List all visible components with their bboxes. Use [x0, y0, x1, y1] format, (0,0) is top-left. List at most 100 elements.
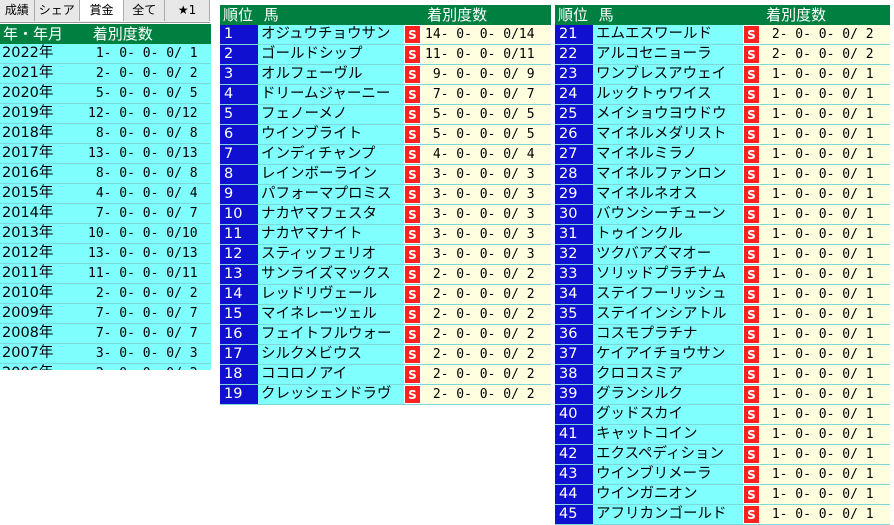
- s-badge-icon[interactable]: S: [743, 25, 760, 44]
- year-row[interactable]: 2015年 4- 0- 0- 0/ 4: [0, 184, 211, 204]
- year-row[interactable]: 2019年 12- 0- 0- 0/12: [0, 104, 211, 124]
- s-badge-icon[interactable]: S: [743, 425, 760, 444]
- year-row[interactable]: 2011年 11- 0- 0- 0/11: [0, 264, 211, 284]
- year-row[interactable]: 2007年 3- 0- 0- 0/ 3: [0, 344, 211, 364]
- horse-name[interactable]: ワンブレスアウェイ: [593, 65, 743, 84]
- s-badge-icon[interactable]: S: [743, 345, 760, 364]
- horse-row[interactable]: 8 レインボーライン S 3- 0- 0- 0/ 3: [220, 165, 551, 185]
- s-badge-icon[interactable]: S: [404, 205, 421, 224]
- s-badge-icon[interactable]: S: [743, 305, 760, 324]
- s-badge-icon[interactable]: S: [743, 285, 760, 304]
- s-badge-icon[interactable]: S: [743, 185, 760, 204]
- horse-name[interactable]: ソリッドプラチナム: [593, 265, 743, 284]
- horse-name[interactable]: オルフェーヴル: [258, 65, 404, 84]
- year-row[interactable]: 2017年 13- 0- 0- 0/13: [0, 144, 211, 164]
- horse-name[interactable]: オジュウチョウサン: [258, 25, 404, 44]
- s-badge-icon[interactable]: S: [743, 325, 760, 344]
- horse-name[interactable]: マイネルメダリスト: [593, 125, 743, 144]
- horse-row[interactable]: 40 グッドスカイ S 1- 0- 0- 0/ 1: [555, 405, 890, 425]
- horse-name[interactable]: ステイインシアトル: [593, 305, 743, 324]
- horse-name[interactable]: レッドリヴェール: [258, 285, 404, 304]
- horse-name[interactable]: パフォーマプロミス: [258, 185, 404, 204]
- s-badge-icon[interactable]: S: [743, 225, 760, 244]
- year-row[interactable]: 2022年 1- 0- 0- 0/ 1: [0, 44, 211, 64]
- horse-row[interactable]: 14 レッドリヴェール S 2- 0- 0- 0/ 2: [220, 285, 551, 305]
- s-badge-icon[interactable]: S: [743, 85, 760, 104]
- s-badge-icon[interactable]: S: [743, 465, 760, 484]
- s-badge-icon[interactable]: S: [743, 205, 760, 224]
- horse-name[interactable]: マイネルミラノ: [593, 145, 743, 164]
- year-row[interactable]: 2018年 8- 0- 0- 0/ 8: [0, 124, 211, 144]
- horse-name[interactable]: コスモプラチナ: [593, 325, 743, 344]
- tab-star1[interactable]: ★1: [165, 0, 210, 21]
- horse-name[interactable]: サンライズマックス: [258, 265, 404, 284]
- year-row[interactable]: 2014年 7- 0- 0- 0/ 7: [0, 204, 211, 224]
- horse-row[interactable]: 28 マイネルファンロン S 1- 0- 0- 0/ 1: [555, 165, 890, 185]
- horse-row[interactable]: 31 トゥインクル S 1- 0- 0- 0/ 1: [555, 225, 890, 245]
- horse-name[interactable]: バウンシーチューン: [593, 205, 743, 224]
- s-badge-icon[interactable]: S: [743, 265, 760, 284]
- horse-row[interactable]: 15 マイネレーツェル S 2- 0- 0- 0/ 2: [220, 305, 551, 325]
- s-badge-icon[interactable]: S: [743, 45, 760, 64]
- horse-row[interactable]: 17 シルクメビウス S 2- 0- 0- 0/ 2: [220, 345, 551, 365]
- s-badge-icon[interactable]: S: [743, 485, 760, 504]
- s-badge-icon[interactable]: S: [404, 325, 421, 344]
- horse-name[interactable]: グッドスカイ: [593, 405, 743, 424]
- horse-row[interactable]: 26 マイネルメダリスト S 1- 0- 0- 0/ 1: [555, 125, 890, 145]
- horse-row[interactable]: 19 クレッシェンドラヴ S 2- 0- 0- 0/ 2: [220, 385, 551, 405]
- horse-row[interactable]: 22 アルコセニョーラ S 2- 0- 0- 0/ 2: [555, 45, 890, 65]
- horse-name[interactable]: ステイフーリッシュ: [593, 285, 743, 304]
- tab-results[interactable]: 成績: [0, 0, 35, 21]
- horse-row[interactable]: 27 マイネルミラノ S 1- 0- 0- 0/ 1: [555, 145, 890, 165]
- s-badge-icon[interactable]: S: [404, 85, 421, 104]
- horse-row[interactable]: 33 ソリッドプラチナム S 1- 0- 0- 0/ 1: [555, 265, 890, 285]
- horse-row[interactable]: 25 メイショウヨウドウ S 1- 0- 0- 0/ 1: [555, 105, 890, 125]
- horse-row[interactable]: 42 エクスペディション S 1- 0- 0- 0/ 1: [555, 445, 890, 465]
- horse-name[interactable]: インディチャンプ: [258, 145, 404, 164]
- horse-row[interactable]: 11 ナカヤマナイト S 3- 0- 0- 0/ 3: [220, 225, 551, 245]
- horse-name[interactable]: ドリームジャーニー: [258, 85, 404, 104]
- horse-row[interactable]: 4 ドリームジャーニー S 7- 0- 0- 0/ 7: [220, 85, 551, 105]
- horse-name[interactable]: マイネルネオス: [593, 185, 743, 204]
- horse-row[interactable]: 21 エムエスワールド S 2- 0- 0- 0/ 2: [555, 25, 890, 45]
- s-badge-icon[interactable]: S: [404, 385, 421, 404]
- s-badge-icon[interactable]: S: [404, 345, 421, 364]
- s-badge-icon[interactable]: S: [743, 505, 760, 524]
- s-badge-icon[interactable]: S: [743, 165, 760, 184]
- tab-all[interactable]: 全て: [124, 0, 166, 21]
- horse-row[interactable]: 29 マイネルネオス S 1- 0- 0- 0/ 1: [555, 185, 890, 205]
- s-badge-icon[interactable]: S: [404, 245, 421, 264]
- horse-name[interactable]: ウインブリメーラ: [593, 465, 743, 484]
- tab-prize[interactable]: 賞金: [79, 0, 125, 21]
- horse-row[interactable]: 38 クロコスミア S 1- 0- 0- 0/ 1: [555, 365, 890, 385]
- s-badge-icon[interactable]: S: [404, 125, 421, 144]
- horse-name[interactable]: エムエスワールド: [593, 25, 743, 44]
- s-badge-icon[interactable]: S: [743, 405, 760, 424]
- horse-name[interactable]: ルックトゥワイス: [593, 85, 743, 104]
- horse-name[interactable]: エクスペディション: [593, 445, 743, 464]
- horse-row[interactable]: 24 ルックトゥワイス S 1- 0- 0- 0/ 1: [555, 85, 890, 105]
- horse-row[interactable]: 9 パフォーマプロミス S 3- 0- 0- 0/ 3: [220, 185, 551, 205]
- s-badge-icon[interactable]: S: [404, 25, 421, 44]
- horse-name[interactable]: ケイアイチョウサン: [593, 345, 743, 364]
- year-row[interactable]: 2020年 5- 0- 0- 0/ 5: [0, 84, 211, 104]
- s-badge-icon[interactable]: S: [404, 265, 421, 284]
- s-badge-icon[interactable]: S: [404, 105, 421, 124]
- year-row[interactable]: 2021年 2- 0- 0- 0/ 2: [0, 64, 211, 84]
- horse-name[interactable]: フェノーメノ: [258, 105, 404, 124]
- horse-name[interactable]: クレッシェンドラヴ: [258, 385, 404, 404]
- horse-name[interactable]: アルコセニョーラ: [593, 45, 743, 64]
- s-badge-icon[interactable]: S: [404, 165, 421, 184]
- s-badge-icon[interactable]: S: [404, 65, 421, 84]
- horse-row[interactable]: 5 フェノーメノ S 5- 0- 0- 0/ 5: [220, 105, 551, 125]
- tab-share[interactable]: シェア: [34, 0, 80, 21]
- horse-name[interactable]: ココロノアイ: [258, 365, 404, 384]
- horse-row[interactable]: 30 バウンシーチューン S 1- 0- 0- 0/ 1: [555, 205, 890, 225]
- horse-name[interactable]: トゥインクル: [593, 225, 743, 244]
- year-row[interactable]: 2008年 7- 0- 0- 0/ 7: [0, 324, 211, 344]
- horse-name[interactable]: ナカヤマフェスタ: [258, 205, 404, 224]
- year-row[interactable]: 2012年 13- 0- 0- 0/13: [0, 244, 211, 264]
- horse-row[interactable]: 32 ツクバアズマオー S 1- 0- 0- 0/ 1: [555, 245, 890, 265]
- s-badge-icon[interactable]: S: [404, 185, 421, 204]
- horse-row[interactable]: 13 サンライズマックス S 2- 0- 0- 0/ 2: [220, 265, 551, 285]
